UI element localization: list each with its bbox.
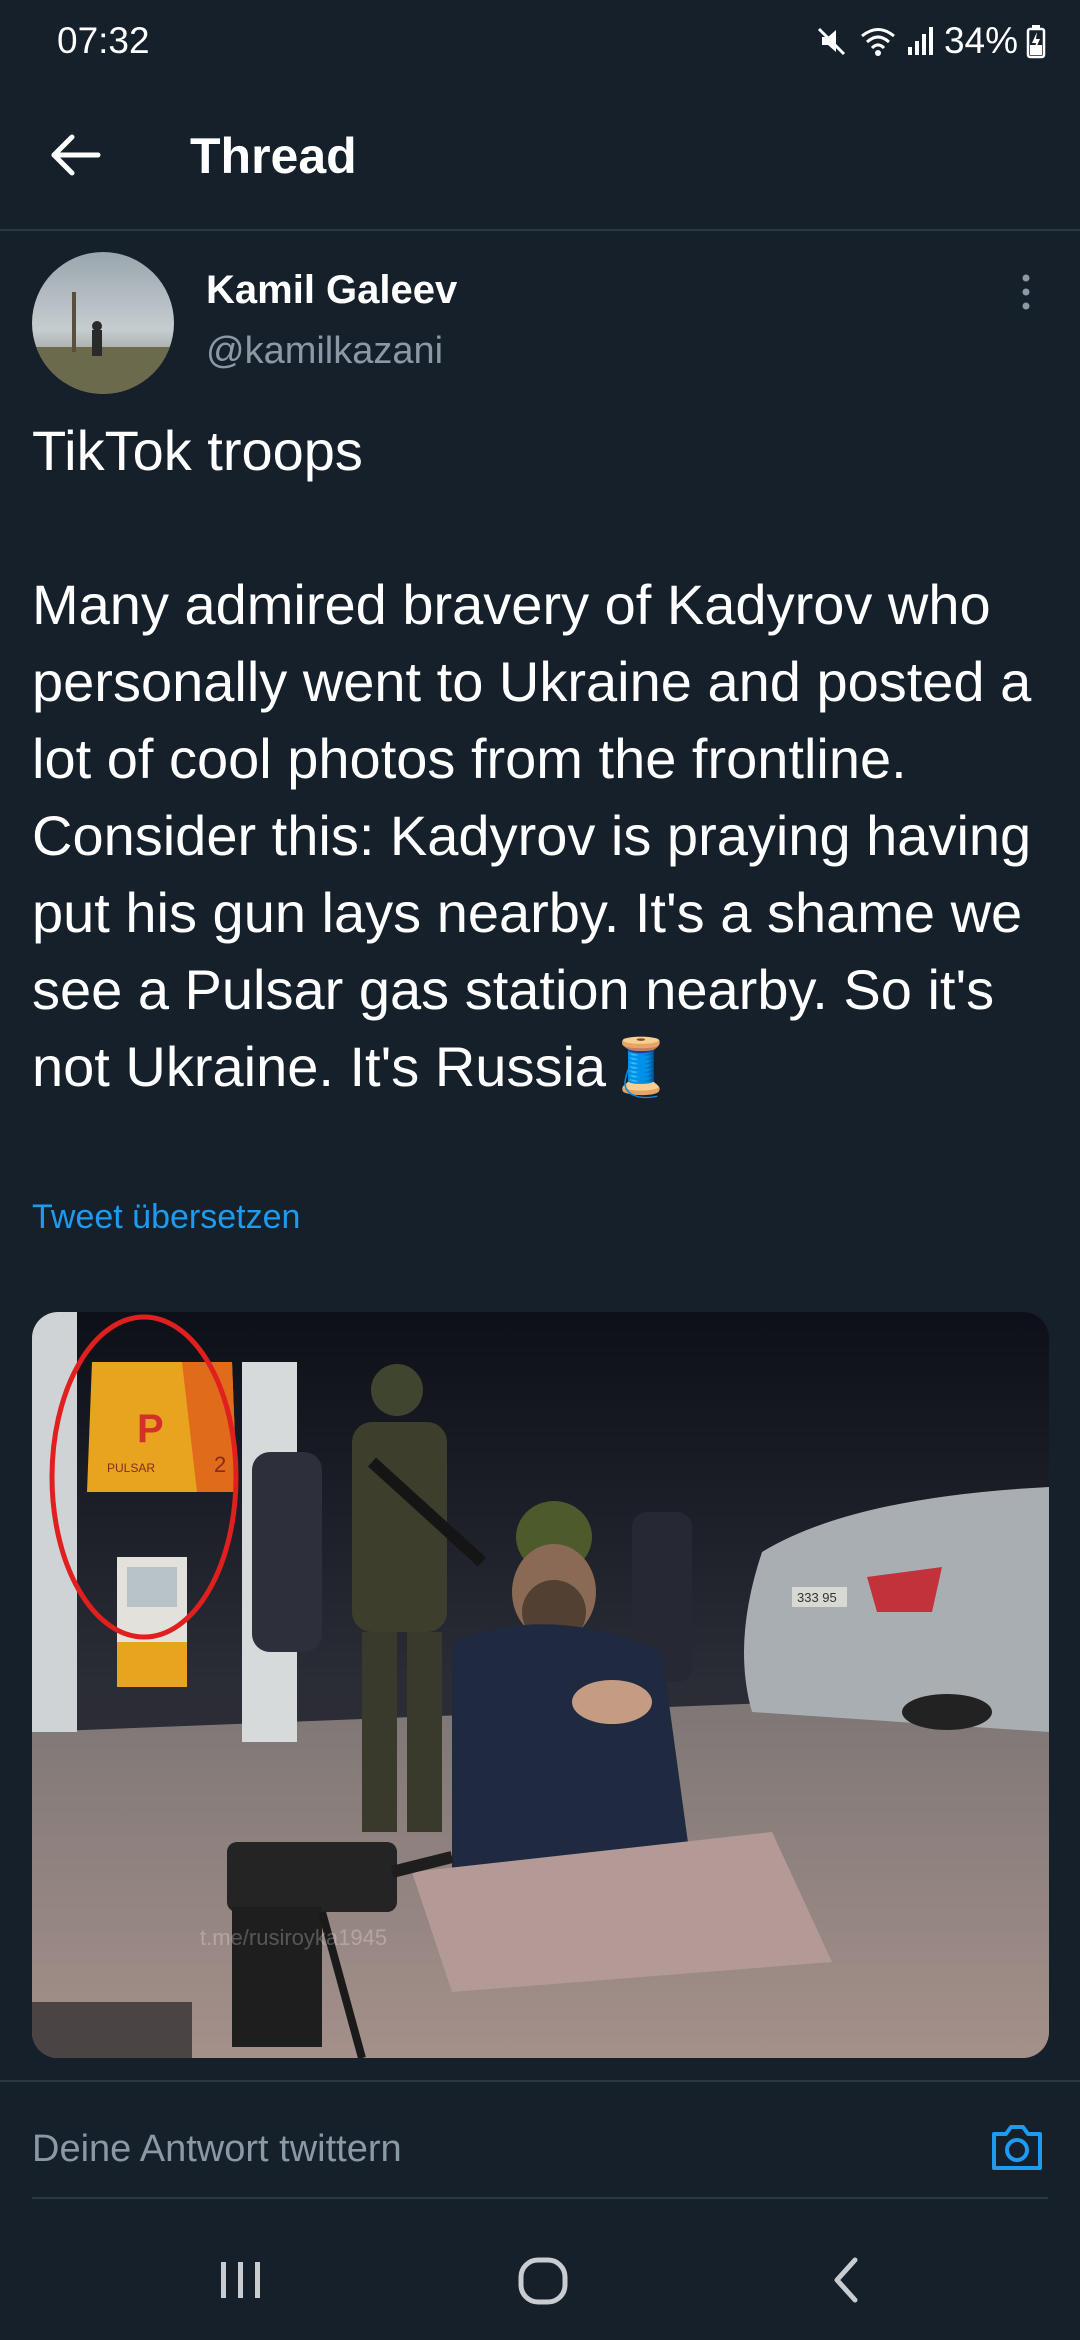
sign-brand: PULSAR (107, 1461, 155, 1475)
translate-tweet-link[interactable]: Tweet übersetzen (32, 1198, 300, 1237)
tweet-text: TikTok troops Many admired bravery of Ka… (32, 419, 1032, 1098)
pulsar-sign: P PULSAR 2 (87, 1362, 237, 1492)
status-icons: 34% (814, 20, 1046, 62)
more-options-icon[interactable] (1014, 270, 1038, 314)
recent-apps-icon[interactable] (181, 2240, 301, 2320)
page-title: Thread (190, 128, 357, 184)
photo-watermark: t.me/rusiroyka1945 (200, 1925, 388, 1950)
reply-bottom-divider (32, 2197, 1048, 2199)
author-avatar[interactable] (32, 252, 174, 394)
sign-letter: P (137, 1407, 164, 1451)
home-icon[interactable] (483, 2240, 603, 2320)
license-plate: 333 95 (797, 1590, 837, 1605)
header-divider (0, 229, 1080, 231)
wifi-icon (860, 28, 895, 56)
mute-icon (817, 27, 845, 56)
camera-icon[interactable] (988, 2118, 1046, 2176)
reply-top-divider (0, 2080, 1080, 2082)
status-time: 07:32 (57, 20, 150, 61)
reply-input[interactable]: Deine Antwort twittern (32, 2128, 402, 2171)
battery-charging-icon (1026, 25, 1046, 59)
signal-icon (907, 27, 933, 55)
sign-number: 2 (214, 1452, 226, 1477)
nav-back-icon[interactable] (787, 2240, 907, 2320)
back-arrow-icon[interactable] (42, 120, 112, 190)
author-handle[interactable]: @kamilkazani (206, 330, 443, 373)
tweet-photo[interactable]: P PULSAR 2 333 95 (32, 1312, 1049, 2058)
battery-percent: 34% (943, 20, 1018, 61)
author-name[interactable]: Kamil Galeev (206, 268, 457, 313)
